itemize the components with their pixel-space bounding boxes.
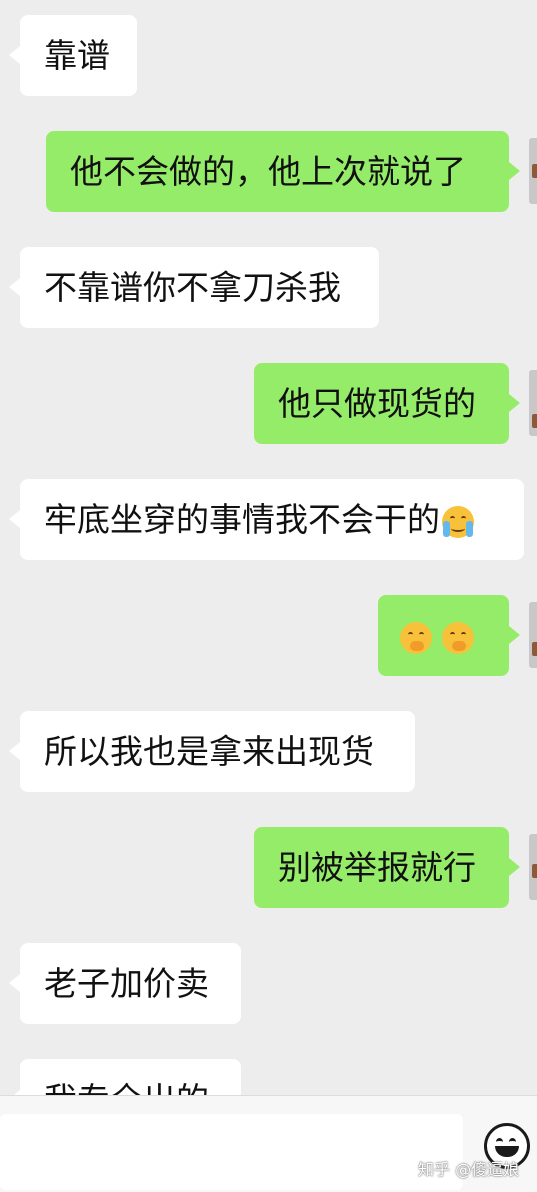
message-bubble[interactable]: 靠谱 xyxy=(20,15,137,96)
message-bubble[interactable]: 牢底坐穿的事情我不会干的 xyxy=(20,479,524,560)
message-bubble[interactable]: 他不会做的，他上次就说了 xyxy=(46,131,509,212)
avatar[interactable] xyxy=(529,602,537,668)
hand-over-mouth-face-icon xyxy=(400,621,432,654)
message-text: 别被举报就行 xyxy=(278,848,476,887)
avatar[interactable] xyxy=(529,834,537,900)
message-text: 不靠谱你不拿刀杀我 xyxy=(44,268,341,307)
message-bubble[interactable]: 老子加价卖 xyxy=(20,943,241,1024)
message-text: 我专全出的 xyxy=(44,1080,209,1095)
message-bubble[interactable]: 他只做现货的 xyxy=(254,363,509,444)
bubble-tail xyxy=(9,974,20,992)
bubble-tail xyxy=(509,858,520,876)
hand-over-mouth-face-icon xyxy=(442,621,474,654)
message-bubble[interactable]: 所以我也是拿来出现货 xyxy=(20,711,415,792)
watermark: 知乎 @傻逼娘 xyxy=(418,1160,520,1179)
message-bubble[interactable] xyxy=(378,595,509,676)
avatar[interactable] xyxy=(529,138,537,204)
message-bubble[interactable]: 别被举报就行 xyxy=(254,827,509,908)
message-text: 靠谱 xyxy=(44,36,110,75)
bubble-tail xyxy=(9,278,20,296)
message-input[interactable] xyxy=(0,1114,463,1190)
message-text: 老子加价卖 xyxy=(44,964,209,1003)
avatar[interactable] xyxy=(529,370,537,436)
bubble-tail xyxy=(9,46,20,64)
chat-message-list[interactable]: 靠谱 他不会做的，他上次就说了 不靠谱你不拿刀杀我 他只做现货的 牢底坐穿的事情… xyxy=(0,0,537,1095)
loudly-crying-face-icon xyxy=(442,505,474,538)
message-bubble[interactable]: 我专全出的 xyxy=(20,1059,241,1095)
bubble-tail xyxy=(509,626,520,644)
bubble-tail xyxy=(509,394,520,412)
bubble-tail xyxy=(509,162,520,180)
message-bubble[interactable]: 不靠谱你不拿刀杀我 xyxy=(20,247,379,328)
message-text: 他不会做的，他上次就说了 xyxy=(70,152,466,191)
message-text: 他只做现货的 xyxy=(278,384,476,423)
bubble-tail xyxy=(9,510,20,528)
bubble-tail xyxy=(9,742,20,760)
message-text: 所以我也是拿来出现货 xyxy=(44,732,374,771)
message-text: 牢底坐穿的事情我不会干的 xyxy=(44,500,440,539)
